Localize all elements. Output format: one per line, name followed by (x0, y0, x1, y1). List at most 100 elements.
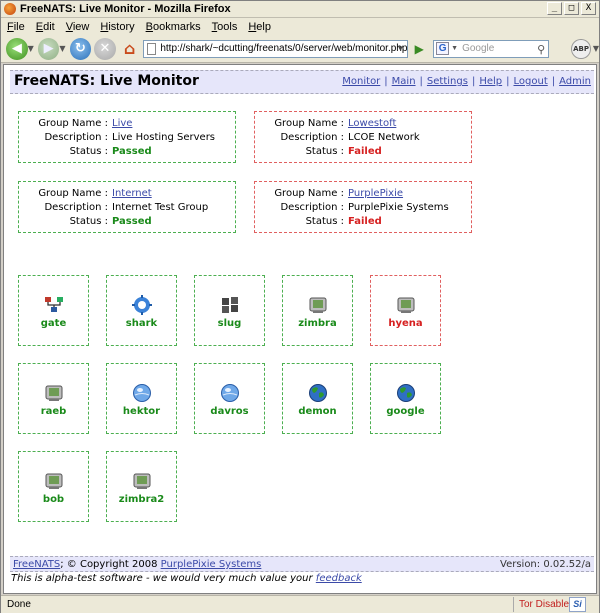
group-description: PurplePixie Systems (348, 202, 449, 213)
node-name: shark (125, 318, 158, 329)
node-tile-raeb[interactable]: raeb (18, 363, 89, 434)
server-icon (133, 473, 151, 489)
search-engine-icon[interactable]: G (436, 42, 450, 55)
url-bar[interactable]: http://shark/~dcutting/freenats/0/server… (143, 39, 409, 58)
globe-blue-icon (221, 384, 239, 402)
menu-history[interactable]: History (100, 21, 134, 33)
node-tile-hyena[interactable]: hyena (370, 275, 441, 346)
page-icon (147, 42, 157, 55)
node-tile-zimbra[interactable]: zimbra (282, 275, 353, 346)
globe-blue-icon (133, 384, 151, 402)
purplepixie-link[interactable]: PurplePixie Systems (161, 559, 262, 570)
group-link-lowestoft[interactable]: Lowestoft (348, 118, 396, 129)
server-icon (45, 473, 63, 489)
status-bar: Done Tor Disabled Si (1, 595, 599, 613)
url-text[interactable]: http://shark/~dcutting/freenats/0/server… (160, 43, 407, 54)
node-tile-demon[interactable]: demon (282, 363, 353, 434)
menu-tools[interactable]: Tools (212, 21, 238, 33)
group-box-purplepixie: Group Name : PurplePixie Description : Pur… (254, 181, 472, 233)
node-name: bob (42, 494, 65, 505)
search-icon[interactable]: ⚲ (537, 43, 545, 56)
page-footer: FreeNATS; © Copyright 2008 PurplePixie S… (10, 556, 594, 572)
search-engine-dropdown-icon[interactable]: ▼ (451, 45, 458, 52)
node-tile-davros[interactable]: davros (194, 363, 265, 434)
group-box-live: Group Name : Live Description : Live Hosti… (18, 111, 236, 163)
node-name: google (386, 406, 425, 417)
node-tile-google[interactable]: google (370, 363, 441, 434)
node-tile-zimbra2[interactable]: zimbra2 (106, 451, 177, 522)
group-link-live[interactable]: Live (112, 118, 132, 129)
menu-help[interactable]: Help (248, 21, 271, 33)
search-box[interactable]: G ▼ Google ⚲ (433, 39, 550, 58)
nav-main-link[interactable]: Main (392, 76, 416, 87)
group-link-internet[interactable]: Internet (112, 188, 152, 199)
nav-monitor-link[interactable]: Monitor (342, 76, 380, 87)
node-tile-gate[interactable]: gate (18, 275, 89, 346)
node-name: hyena (388, 318, 423, 329)
minimize-button[interactable]: _ (547, 2, 562, 15)
group-description: LCOE Network (348, 132, 420, 143)
page-viewport: FreeNATS: Live Monitor Monitor | Main | Sett… (3, 64, 597, 594)
url-dropdown-icon[interactable]: ▼ (397, 44, 405, 53)
menu-file[interactable]: File (7, 21, 25, 33)
nav-help-link[interactable]: Help (479, 76, 502, 87)
group-box-lowestoft: Group Name : Lowestoft Description : LCOE … (254, 111, 472, 163)
group-status: Failed (348, 216, 382, 227)
node-name: raeb (40, 406, 67, 417)
version-text: Version: 0.02.52/a (500, 559, 591, 570)
group-description: Internet Test Group (112, 202, 209, 213)
group-description: Live Hosting Servers (112, 132, 216, 143)
node-name: gate (40, 318, 67, 329)
forward-arrow-icon[interactable]: ▶ (37, 37, 60, 60)
search-placeholder[interactable]: Google (462, 43, 494, 54)
adblock-icon[interactable]: ABP (571, 38, 591, 59)
reload-icon[interactable]: ↻ (69, 37, 92, 60)
stop-icon[interactable]: ✕ (94, 37, 116, 60)
back-dropdown-icon[interactable]: ▼ (28, 44, 34, 53)
home-icon[interactable]: ⌂ (119, 38, 141, 60)
node-tile-slug[interactable]: slug (194, 275, 265, 346)
group-status: Failed (348, 146, 382, 157)
si-badge-icon[interactable]: Si (569, 597, 586, 612)
menu-bar: File Edit View History Bookmarks Tools H… (1, 18, 599, 35)
status-text: Done (7, 599, 31, 610)
menu-view[interactable]: View (66, 21, 90, 33)
title-bar: FreeNATS: Live Monitor - Mozilla Firefox… (1, 1, 599, 18)
maximize-button[interactable]: □ (564, 2, 579, 15)
adblock-dropdown-icon[interactable]: ▼ (593, 44, 599, 53)
window-title: FreeNATS: Live Monitor - Mozilla Firefox (20, 3, 231, 15)
server-icon (45, 385, 63, 401)
close-button[interactable]: X (581, 2, 596, 15)
browser-window: FreeNATS: Live Monitor - Mozilla Firefox… (0, 0, 600, 613)
globe-green-icon (309, 384, 327, 402)
server-icon (397, 297, 415, 313)
nav-admin-link[interactable]: Admin (559, 76, 591, 87)
node-name: demon (298, 406, 337, 417)
node-tile-bob[interactable]: bob (18, 451, 89, 522)
forward-dropdown-icon[interactable]: ▼ (59, 44, 65, 53)
menu-edit[interactable]: Edit (36, 21, 55, 33)
nav-logout-link[interactable]: Logout (514, 76, 548, 87)
group-status: Passed (112, 146, 152, 157)
network-icon (45, 297, 63, 312)
group-box-internet: Group Name : Internet Description : Intern… (18, 181, 236, 233)
go-arrow-icon[interactable]: ▶ (411, 41, 427, 57)
node-name: slug (217, 318, 242, 329)
menu-bookmarks[interactable]: Bookmarks (146, 21, 201, 33)
group-status: Passed (112, 216, 152, 227)
nav-settings-link[interactable]: Settings (427, 76, 468, 87)
alpha-notice: This is alpha-test software - we would v… (11, 573, 362, 584)
node-name: davros (210, 406, 249, 417)
node-tile-hektor[interactable]: hektor (106, 363, 177, 434)
feedback-link[interactable]: feedback (316, 573, 362, 584)
server-icon (309, 297, 327, 313)
group-link-purplepixie[interactable]: PurplePixie (348, 188, 403, 199)
back-arrow-icon[interactable]: ◀ (6, 37, 28, 60)
freenats-link[interactable]: FreeNATS (13, 559, 60, 570)
page-title: FreeNATS: Live Monitor (14, 73, 199, 89)
node-tile-shark[interactable]: shark (106, 275, 177, 346)
node-name: zimbra2 (118, 494, 165, 505)
copyright-text: ; © Copyright 2008 (60, 559, 158, 570)
node-name: zimbra (298, 318, 337, 329)
gear-icon (132, 295, 152, 315)
